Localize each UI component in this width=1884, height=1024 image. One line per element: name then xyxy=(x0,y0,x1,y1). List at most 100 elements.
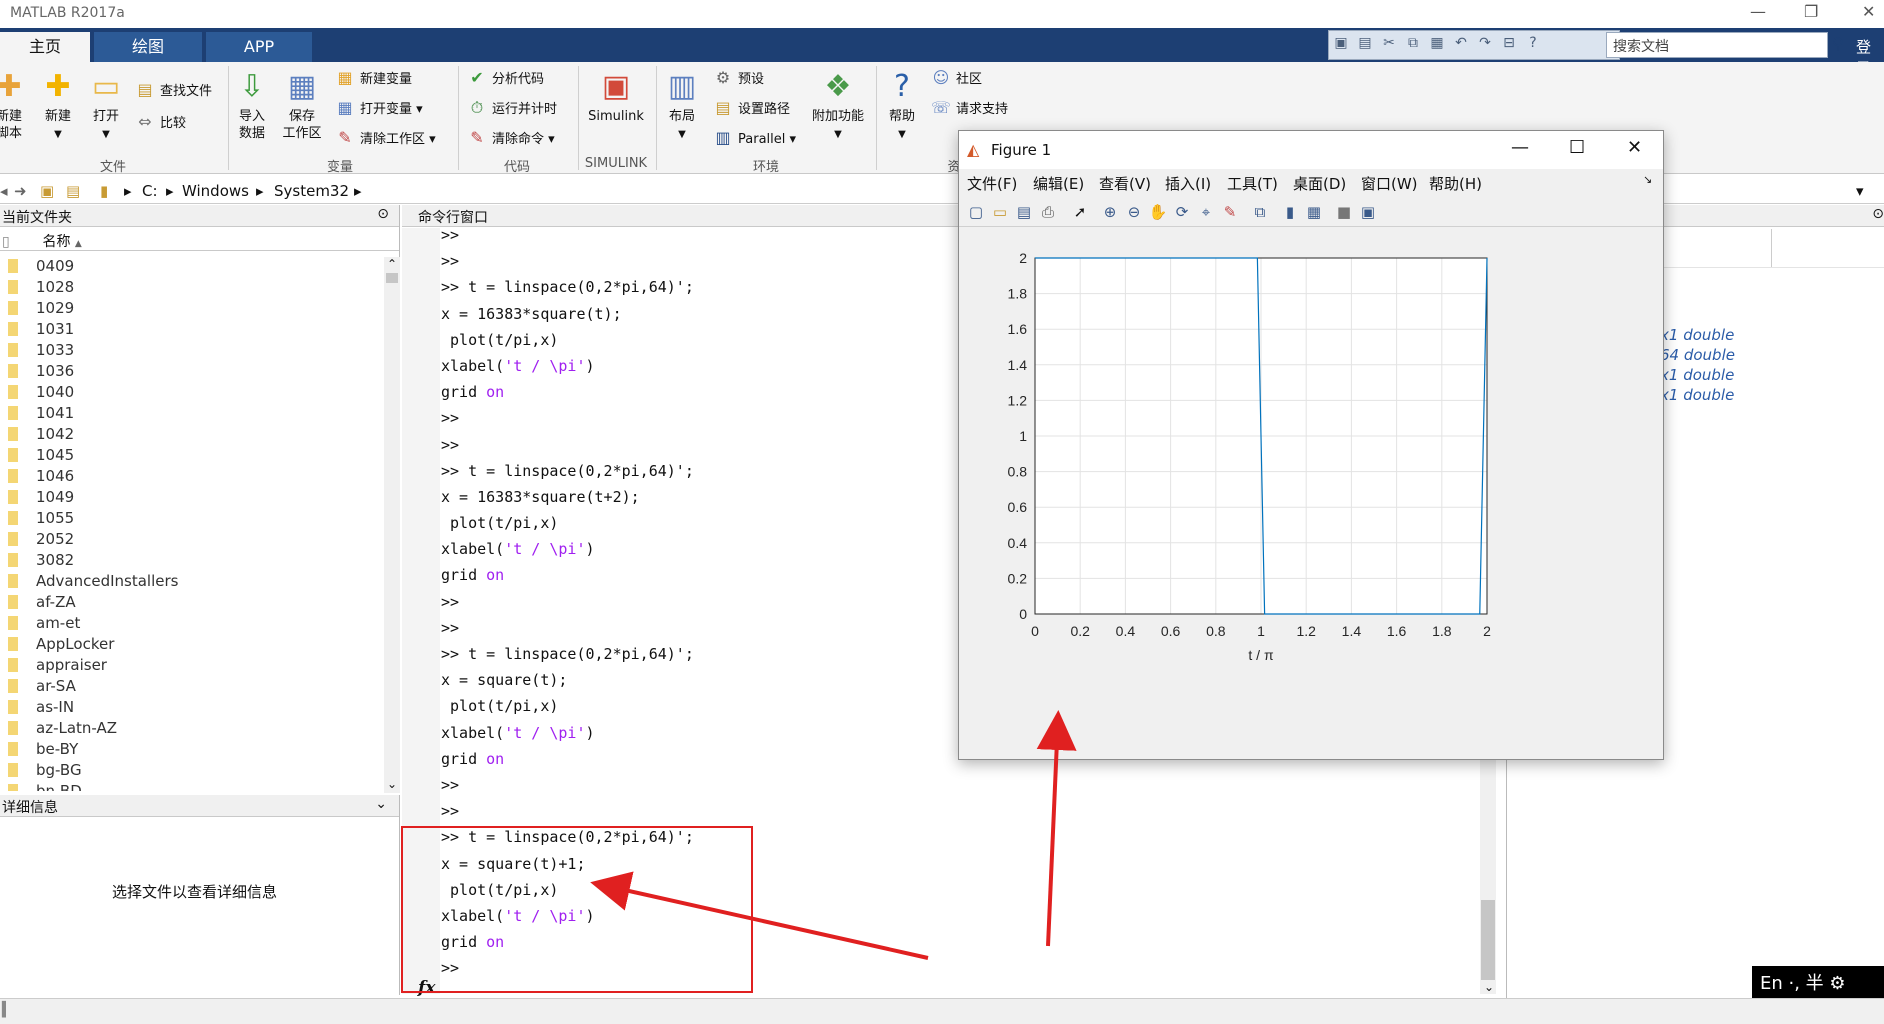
close-icon[interactable]: ✕ xyxy=(1627,137,1642,158)
folder-list-item[interactable]: bn-BD xyxy=(0,782,384,791)
cut-icon[interactable]: ✂ xyxy=(1379,35,1399,55)
folder-list-item[interactable]: 1055 xyxy=(0,509,384,530)
print-icon[interactable]: ⎙ xyxy=(1037,201,1059,223)
set-path-button[interactable]: ▤ 设置路径 xyxy=(712,98,790,120)
menu-file[interactable]: 文件(F) xyxy=(967,173,1017,194)
copy-icon[interactable]: ⧉ xyxy=(1403,35,1423,55)
import-data-button[interactable]: ⇩ 导入 数据 xyxy=(234,70,270,142)
tab-home[interactable]: 主页 xyxy=(0,32,90,62)
workspace-value[interactable]: x1 double xyxy=(1660,386,1734,404)
open-button[interactable]: ▭ 打开 ▼ xyxy=(86,70,126,143)
scroll-thumb[interactable] xyxy=(386,273,398,283)
undo-icon[interactable]: ↶ xyxy=(1451,35,1471,55)
folder-list-item[interactable]: ar-SA xyxy=(0,677,384,698)
show-plot-tools-icon[interactable]: ▣ xyxy=(1357,201,1379,223)
folder-list-column-header[interactable]: ▯ 名称 ▲ xyxy=(0,229,399,251)
open-variable-button[interactable]: ▦ 打开变量 ▾ xyxy=(334,98,422,120)
panel-menu-icon[interactable]: ⊙ xyxy=(1872,206,1884,222)
folder-list-item[interactable]: 1046 xyxy=(0,467,384,488)
browse-folder-icon[interactable]: ▤ xyxy=(66,182,80,200)
menu-help[interactable]: 帮助(H) xyxy=(1429,173,1482,194)
save-workspace-button[interactable]: ▦ 保存 工作区 xyxy=(280,70,324,142)
zoom-in-icon[interactable]: ⊕ xyxy=(1099,201,1121,223)
folder-list-item[interactable]: 3082 xyxy=(0,551,384,572)
pointer-icon[interactable]: ➚ xyxy=(1069,201,1091,223)
menu-desktop[interactable]: 桌面(D) xyxy=(1293,173,1346,194)
figure-window[interactable]: ◭ Figure 1 — ☐ ✕ 文件(F) 编辑(E) 查看(V) 插入(I)… xyxy=(958,130,1664,760)
brush-icon[interactable]: ✎ xyxy=(1219,201,1241,223)
folder-scrollbar[interactable]: ⌃ ⌄ xyxy=(384,257,400,793)
folder-list-item[interactable]: AppLocker xyxy=(0,635,384,656)
help-icon[interactable]: ? xyxy=(1523,35,1543,55)
new-icon[interactable]: ▣ xyxy=(1331,35,1351,55)
figure-canvas[interactable]: 0 0.2 0.4 0.6 0.8 1 1.2 1.4 1.6 1.8 2 0 0.2 0.4 0.6 0.8… xyxy=(959,228,1663,759)
layout-button[interactable]: ▥ 布局 ▼ xyxy=(662,70,702,143)
data-cursor-icon[interactable]: ⌖ xyxy=(1195,201,1217,223)
minimize-icon[interactable]: — xyxy=(1511,137,1529,158)
open-file-icon[interactable]: ▭ xyxy=(989,201,1011,223)
find-files-button[interactable]: ▤ 查找文件 xyxy=(134,80,212,102)
workspace-value[interactable]: x1 double xyxy=(1660,366,1734,384)
new-figure-icon[interactable]: ▢ xyxy=(965,201,987,223)
help-button[interactable]: ? 帮助 ▼ xyxy=(882,70,922,143)
folder-list-item[interactable]: 1031 xyxy=(0,320,384,341)
folder-list-item[interactable]: appraiser xyxy=(0,656,384,677)
tab-apps[interactable]: APP xyxy=(206,32,312,62)
ime-indicator[interactable]: En ·, 半 ⚙ xyxy=(1752,966,1884,998)
scroll-down-icon[interactable]: ⌄ xyxy=(1484,980,1494,994)
folder-list-item[interactable]: be-BY xyxy=(0,740,384,761)
maximize-icon[interactable]: ☐ xyxy=(1569,137,1585,158)
dock-arrow-icon[interactable]: ↘ xyxy=(1643,173,1652,186)
new-script-button[interactable]: ✚ 新建 脚本 xyxy=(0,70,24,142)
close-icon[interactable]: ✕ xyxy=(1862,2,1875,21)
link-plot-icon[interactable]: ⧉ xyxy=(1249,201,1271,223)
parallel-button[interactable]: ▥ Parallel ▾ xyxy=(712,128,796,150)
menu-insert[interactable]: 插入(I) xyxy=(1165,173,1211,194)
folder-list-item[interactable]: 1036 xyxy=(0,362,384,383)
folder-list-item[interactable]: af-ZA xyxy=(0,593,384,614)
colorbar-icon[interactable]: ▮ xyxy=(1279,201,1301,223)
paste-icon[interactable]: ▦ xyxy=(1427,35,1447,55)
minimize-icon[interactable]: — xyxy=(1750,2,1766,21)
forward-icon[interactable]: ➜ xyxy=(14,182,27,200)
folder-list-item[interactable]: 0409 xyxy=(0,257,384,278)
workspace-value[interactable]: 64 double xyxy=(1660,346,1735,364)
clear-workspace-button[interactable]: ✎ 清除工作区 ▾ xyxy=(334,128,435,150)
save-icon[interactable]: ▤ xyxy=(1355,35,1375,55)
workspace-value[interactable]: x1 double xyxy=(1660,326,1734,344)
request-support-button[interactable]: ☏ 请求支持 xyxy=(930,98,1008,120)
redo-icon[interactable]: ↷ xyxy=(1475,35,1495,55)
tab-plots[interactable]: 绘图 xyxy=(94,32,202,62)
path-dropdown-icon[interactable]: ▾ xyxy=(1856,182,1864,200)
folder-list-item[interactable]: am-et xyxy=(0,614,384,635)
search-icon[interactable]: ⚲ xyxy=(1832,34,1844,53)
folder-list-item[interactable]: az-Latn-AZ xyxy=(0,719,384,740)
zoom-out-icon[interactable]: ⊖ xyxy=(1123,201,1145,223)
new-button[interactable]: ✚ 新建 ▼ xyxy=(38,70,78,143)
folder-list-item[interactable]: 1028 xyxy=(0,278,384,299)
folder-list-item[interactable]: as-IN xyxy=(0,698,384,719)
legend-icon[interactable]: ▦ xyxy=(1303,201,1325,223)
path-segment-windows[interactable]: Windows xyxy=(182,182,249,200)
menu-edit[interactable]: 编辑(E) xyxy=(1033,173,1084,194)
path-segment-drive[interactable]: C: xyxy=(142,182,158,200)
hide-plot-tools-icon[interactable]: ■ xyxy=(1333,201,1355,223)
folder-list-item[interactable]: 1042 xyxy=(0,425,384,446)
compare-button[interactable]: ⇔ 比较 xyxy=(134,112,186,134)
folder-list-item[interactable]: bg-BG xyxy=(0,761,384,782)
folder-list-item[interactable]: 1049 xyxy=(0,488,384,509)
rotate-3d-icon[interactable]: ⟳ xyxy=(1171,201,1193,223)
simulink-button[interactable]: ▣ Simulink xyxy=(586,70,646,125)
menu-window[interactable]: 窗口(W) xyxy=(1361,173,1418,194)
up-folder-icon[interactable]: ▣ xyxy=(40,182,54,200)
new-variable-button[interactable]: ▦ 新建变量 xyxy=(334,68,412,90)
folder-list-item[interactable]: 1041 xyxy=(0,404,384,425)
analyze-code-button[interactable]: ✔ 分析代码 xyxy=(466,68,544,90)
collapse-icon[interactable]: ⌄ xyxy=(375,796,387,812)
addons-button[interactable]: ❖ 附加功能 ▼ xyxy=(808,70,868,143)
clear-commands-button[interactable]: ✎ 清除命令 ▾ xyxy=(466,128,554,150)
plot-area[interactable]: 0 0.2 0.4 0.6 0.8 1 1.2 1.4 1.6 1.8 2 0 0.2 0.4 0.6 0.8… xyxy=(959,228,1663,759)
restore-icon[interactable]: ❐ xyxy=(1804,2,1818,21)
menu-view[interactable]: 查看(V) xyxy=(1099,173,1151,194)
folder-list-item[interactable]: 1040 xyxy=(0,383,384,404)
